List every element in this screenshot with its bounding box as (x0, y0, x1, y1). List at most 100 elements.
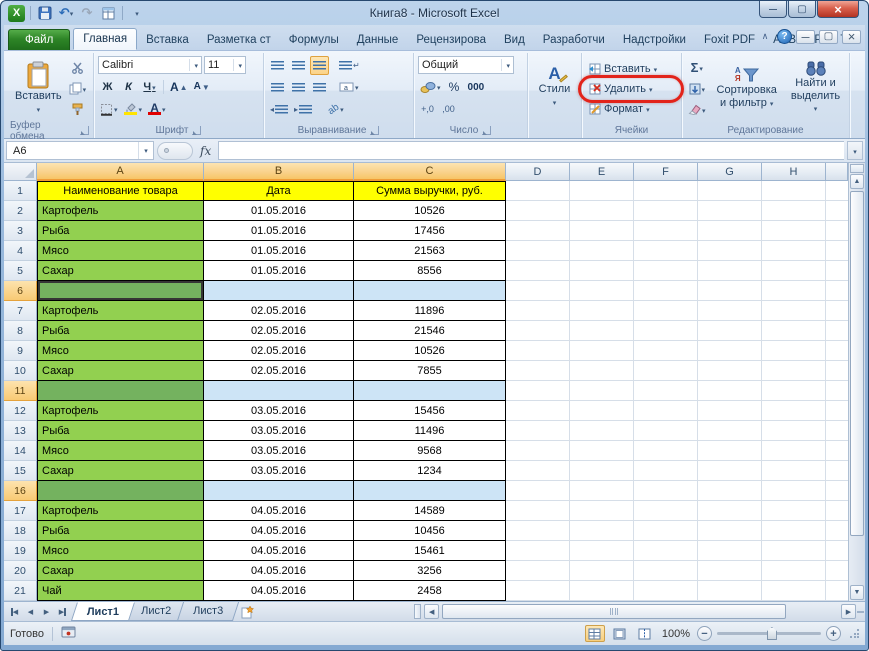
autosum-button[interactable]: Σ (686, 58, 708, 77)
zoom-in-button[interactable]: + (826, 626, 841, 641)
cell-G18[interactable] (698, 521, 762, 541)
cell-C17[interactable]: 14589 (354, 501, 506, 521)
cell-H8[interactable] (762, 321, 826, 341)
cell-D17[interactable] (506, 501, 570, 521)
sheet-tab-Лист3[interactable]: Лист3 (177, 602, 239, 621)
align-left-button[interactable] (268, 78, 287, 97)
merge-center-button[interactable]: a (337, 78, 361, 97)
cell-H18[interactable] (762, 521, 826, 541)
zoom-out-button[interactable]: − (697, 626, 712, 641)
ribbon-tab-review[interactable]: Рецензирова (407, 30, 495, 50)
cell-E4[interactable] (570, 241, 634, 261)
cell-partial-12[interactable] (826, 401, 848, 421)
column-header-A[interactable]: A (37, 163, 204, 181)
cell-partial-15[interactable] (826, 461, 848, 481)
cell-partial-16[interactable] (826, 481, 848, 501)
cell-B1[interactable]: Дата (204, 181, 354, 201)
column-header-partial[interactable] (826, 163, 848, 181)
cell-H20[interactable] (762, 561, 826, 581)
cell-E19[interactable] (570, 541, 634, 561)
maximize-button[interactable] (788, 1, 816, 18)
last-sheet-button[interactable] (55, 604, 70, 619)
cell-B9[interactable]: 02.05.2016 (204, 341, 354, 361)
cell-H14[interactable] (762, 441, 826, 461)
cell-E1[interactable] (570, 181, 634, 201)
cell-F17[interactable] (634, 501, 698, 521)
format-cells-button[interactable]: Формат (586, 99, 677, 119)
cell-G3[interactable] (698, 221, 762, 241)
cell-A5[interactable]: Сахар (37, 261, 204, 281)
cell-A4[interactable]: Мясо (37, 241, 204, 261)
row-header-12[interactable]: 12 (4, 401, 37, 421)
fill-button[interactable] (686, 79, 708, 98)
resize-grip[interactable] (846, 629, 859, 638)
cell-F12[interactable] (634, 401, 698, 421)
sheet-tab-Лист1[interactable]: Лист1 (71, 602, 135, 621)
cell-A14[interactable]: Мясо (37, 441, 204, 461)
column-header-E[interactable]: E (570, 163, 634, 181)
cell-A11[interactable] (37, 381, 204, 401)
cell-A10[interactable]: Сахар (37, 361, 204, 381)
minimize-button[interactable] (759, 1, 787, 18)
vertical-split-handle[interactable] (850, 164, 864, 173)
tab-split-handle[interactable] (414, 604, 421, 619)
cell-G10[interactable] (698, 361, 762, 381)
column-header-C[interactable]: C (354, 163, 506, 181)
cell-A7[interactable]: Картофель (37, 301, 204, 321)
cell-H4[interactable] (762, 241, 826, 261)
row-header-19[interactable]: 19 (4, 541, 37, 561)
increase-decimal-button[interactable]: +,0 (418, 100, 437, 119)
cell-F4[interactable] (634, 241, 698, 261)
cell-H17[interactable] (762, 501, 826, 521)
row-header-10[interactable]: 10 (4, 361, 37, 381)
select-all-corner[interactable] (4, 163, 37, 181)
cell-C20[interactable]: 3256 (354, 561, 506, 581)
cell-F8[interactable] (634, 321, 698, 341)
font-name-select[interactable]: Calibri (98, 56, 202, 74)
cell-F18[interactable] (634, 521, 698, 541)
clear-button[interactable] (686, 100, 708, 119)
row-header-16[interactable]: 16 (4, 481, 37, 501)
vertical-scrollbar[interactable] (848, 163, 865, 601)
ribbon-tab-addins[interactable]: Надстройки (614, 30, 695, 50)
cell-B21[interactable]: 04.05.2016 (204, 581, 354, 601)
ribbon-tab-view[interactable]: Вид (495, 30, 534, 50)
cell-C5[interactable]: 8556 (354, 261, 506, 281)
row-header-2[interactable]: 2 (4, 201, 37, 221)
cell-E17[interactable] (570, 501, 634, 521)
first-sheet-button[interactable] (7, 604, 22, 619)
column-header-G[interactable]: G (698, 163, 762, 181)
cell-D21[interactable] (506, 581, 570, 601)
cell-G21[interactable] (698, 581, 762, 601)
page-break-view-button[interactable] (635, 625, 655, 642)
cell-C21[interactable]: 2458 (354, 581, 506, 601)
cell-A19[interactable]: Мясо (37, 541, 204, 561)
cell-H12[interactable] (762, 401, 826, 421)
row-header-9[interactable]: 9 (4, 341, 37, 361)
cell-D15[interactable] (506, 461, 570, 481)
cell-partial-7[interactable] (826, 301, 848, 321)
row-header-3[interactable]: 3 (4, 221, 37, 241)
cell-F5[interactable] (634, 261, 698, 281)
ribbon-tab-file[interactable]: Файл (8, 29, 70, 50)
cell-D20[interactable] (506, 561, 570, 581)
orientation-button[interactable]: ab (326, 100, 346, 119)
cell-G7[interactable] (698, 301, 762, 321)
cell-partial-9[interactable] (826, 341, 848, 361)
format-painter-button[interactable] (67, 100, 89, 119)
cell-E21[interactable] (570, 581, 634, 601)
ribbon-tab-home[interactable]: Главная (73, 28, 137, 50)
row-header-13[interactable]: 13 (4, 421, 37, 441)
accounting-format-button[interactable] (418, 78, 443, 97)
percent-style-button[interactable]: % (445, 78, 464, 97)
number-format-select[interactable]: Общий (418, 56, 514, 74)
borders-button[interactable] (98, 100, 120, 119)
cell-G19[interactable] (698, 541, 762, 561)
name-box[interactable]: A6 (6, 141, 154, 160)
cell-E14[interactable] (570, 441, 634, 461)
cell-C2[interactable]: 10526 (354, 201, 506, 221)
row-header-11[interactable]: 11 (4, 381, 37, 401)
ribbon-tab-foxit[interactable]: Foxit PDF (695, 30, 764, 50)
formula-bar-handle[interactable] (157, 142, 193, 160)
column-header-F[interactable]: F (634, 163, 698, 181)
